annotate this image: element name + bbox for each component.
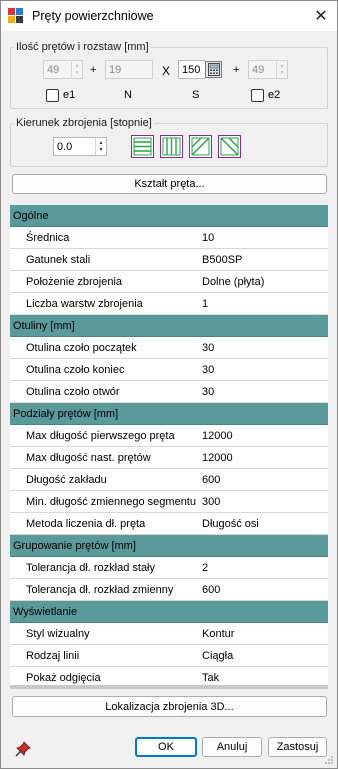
property-row[interactable]: Długość zakładu 600 (10, 469, 328, 491)
times-sign: X (162, 64, 171, 78)
horizontal-scrollbar[interactable] (10, 685, 328, 689)
property-row[interactable]: Max długość pierwszego pręta 12000 (10, 425, 328, 447)
bar-count-input[interactable]: 19 (105, 60, 153, 79)
category-covers[interactable]: Otuliny [mm] (10, 315, 328, 337)
title-bar: Pręty powierzchniowe ✕ (1, 1, 337, 31)
close-icon: ✕ (314, 8, 328, 25)
calculator-icon (207, 63, 220, 76)
e1-label: e1 (63, 89, 76, 101)
category-display[interactable]: Wyświetlanie (10, 601, 328, 623)
category-bar-grouping[interactable]: Grupowanie prętów [mm] (10, 535, 328, 557)
ok-button[interactable]: OK (135, 737, 197, 757)
property-row[interactable]: Liczba warstw zbrojenia 1 (10, 293, 328, 315)
bars-count-legend: Ilość prętów i rozstaw [mm] (16, 41, 149, 53)
cancel-button[interactable]: Anuluj (202, 737, 262, 757)
pin-icon[interactable] (15, 741, 31, 757)
spin-arrows-icon: ▲ ▼ (71, 61, 82, 78)
diagonal-bars-icon (191, 137, 210, 156)
plus-sign: + (90, 64, 97, 76)
property-row[interactable]: Min. długość zmiennego segmentu 300 (10, 491, 328, 513)
property-row[interactable]: Metoda liczenia dł. pręta Długość osi (10, 513, 328, 535)
edge-count-start-input[interactable]: 49 ▲ ▼ (43, 60, 83, 79)
property-row[interactable]: Otulina czoło koniec 30 (10, 359, 328, 381)
resize-grip-icon[interactable] (324, 755, 334, 765)
apply-button[interactable]: Zastosuj (268, 737, 327, 757)
s-label: S (192, 89, 200, 101)
direction-diagonal-135-button[interactable] (218, 135, 241, 158)
e2-checkbox[interactable] (251, 89, 264, 102)
direction-legend: Kierunek zbrojenia [stopnie] (16, 117, 152, 129)
property-row[interactable]: Styl wizualny Kontur (10, 623, 328, 645)
spacing-input[interactable]: 150 (178, 60, 205, 79)
localize-3d-button[interactable]: Lokalizacja zbrojenia 3D... (12, 696, 327, 717)
e1-checkbox[interactable] (46, 89, 59, 102)
direction-horizontal-button[interactable] (131, 135, 154, 158)
e2-label: e2 (268, 89, 281, 101)
property-row[interactable]: Max długość nast. prętów 12000 (10, 447, 328, 469)
spin-arrows-icon: ▲ ▼ (95, 138, 106, 155)
category-general[interactable]: Ogólne (10, 205, 328, 227)
property-row[interactable]: Średnica 10 (10, 227, 328, 249)
dialog-window: Pręty powierzchniowe ✕ Ilość prętów i ro… (0, 0, 338, 769)
property-grid: Ogólne Średnica 10 Gatunek stali B500SP Po… (10, 205, 328, 689)
spin-arrows-icon: ▲ ▼ (276, 61, 287, 78)
app-icon (8, 8, 24, 24)
window-title: Pręty powierzchniowe (32, 9, 154, 23)
category-bar-divisions[interactable]: Podziały prętów [mm] (10, 403, 328, 425)
vertical-bars-icon (162, 137, 181, 156)
property-row[interactable]: Rodzaj linii Ciągła (10, 645, 328, 667)
horizontal-bars-icon (133, 137, 152, 156)
edge-count-end-input[interactable]: 49 ▲ ▼ (248, 60, 288, 79)
diagonal-bars-reverse-icon (220, 137, 239, 156)
property-row[interactable]: Gatunek stali B500SP (10, 249, 328, 271)
plus-sign-2: + (233, 64, 240, 76)
direction-diagonal-45-button[interactable] (189, 135, 212, 158)
property-row[interactable]: Otulina czoło otwór 30 (10, 381, 328, 403)
close-button[interactable]: ✕ (309, 4, 333, 28)
angle-input[interactable]: 0.0 ▲ ▼ (53, 137, 107, 156)
property-row[interactable]: Tolerancja dł. rozkład stały 2 (10, 557, 328, 579)
direction-vertical-button[interactable] (160, 135, 183, 158)
calculator-button[interactable] (205, 61, 222, 78)
bar-shape-button[interactable]: Kształt pręta... (12, 174, 327, 194)
property-row[interactable]: Tolerancja dł. rozkład zmienny 600 (10, 579, 328, 601)
property-row[interactable]: Położenie zbrojenia Dolne (płyta) (10, 271, 328, 293)
n-label: N (124, 89, 132, 101)
property-row[interactable]: Otulina czoło początek 30 (10, 337, 328, 359)
